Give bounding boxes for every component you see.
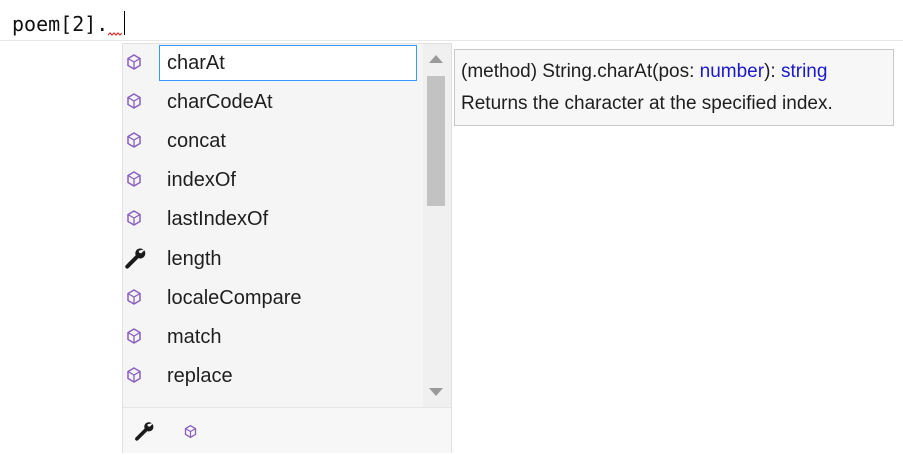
completion-scrollbar[interactable] bbox=[423, 44, 451, 407]
method-icon bbox=[127, 93, 141, 109]
completion-filter-bar bbox=[123, 407, 451, 453]
completion-item-charat[interactable]: charAt bbox=[123, 44, 423, 83]
signature-prefix: (method) String.charAt(pos: bbox=[461, 61, 700, 82]
method-icon bbox=[127, 171, 141, 187]
method-icon bbox=[127, 328, 141, 344]
wrench-icon bbox=[125, 248, 146, 269]
method-icon[interactable] bbox=[183, 424, 198, 439]
signature-tooltip: (method) String.charAt(pos: number): str… bbox=[454, 49, 894, 126]
completion-item-match[interactable]: match bbox=[123, 318, 423, 357]
method-icon bbox=[127, 367, 141, 383]
completion-list[interactable]: charAt charCodeAt concat indexOf lastInd… bbox=[122, 43, 452, 453]
completion-item-indexof[interactable]: indexOf bbox=[123, 161, 423, 200]
completion-item-label: lastIndexOf bbox=[167, 208, 269, 230]
method-icon bbox=[127, 54, 141, 70]
completion-item-charcodeat[interactable]: charCodeAt bbox=[123, 83, 423, 122]
wrench-icon[interactable] bbox=[133, 420, 155, 442]
completion-item-concat[interactable]: concat bbox=[123, 122, 423, 161]
completion-item-label: match bbox=[167, 326, 222, 348]
tooltip-signature: (method) String.charAt(pos: number): str… bbox=[461, 61, 827, 83]
return-type: string bbox=[780, 61, 828, 82]
scroll-down-arrow-icon[interactable] bbox=[429, 388, 443, 396]
method-icon bbox=[127, 132, 141, 148]
completion-item-label: length bbox=[167, 248, 222, 270]
completion-item-label: indexOf bbox=[167, 169, 236, 191]
completion-item-label: charAt bbox=[167, 52, 225, 74]
completion-item-length[interactable]: length bbox=[123, 240, 423, 279]
text-caret bbox=[124, 11, 125, 35]
completion-item-label: concat bbox=[167, 130, 226, 152]
code-text: poem[2]. bbox=[12, 12, 109, 36]
scroll-thumb[interactable] bbox=[427, 76, 445, 206]
method-icon bbox=[127, 210, 141, 226]
completion-item-localecompare[interactable]: localeCompare bbox=[123, 279, 423, 318]
tooltip-description: Returns the character at the specified i… bbox=[461, 93, 833, 114]
error-squiggle bbox=[108, 32, 122, 36]
signature-middle: ): bbox=[764, 61, 781, 82]
completion-item-lastindexof[interactable]: lastIndexOf bbox=[123, 200, 423, 239]
method-icon bbox=[127, 289, 141, 305]
editor-line[interactable]: poem[2]. bbox=[0, 0, 903, 41]
scroll-up-arrow-icon[interactable] bbox=[429, 55, 443, 63]
completion-item-label: localeCompare bbox=[167, 287, 302, 309]
completion-item-replace[interactable]: replace bbox=[123, 357, 423, 396]
completion-item-label: replace bbox=[167, 365, 233, 387]
param-type: number bbox=[699, 61, 765, 82]
completion-item-label: charCodeAt bbox=[167, 91, 273, 113]
